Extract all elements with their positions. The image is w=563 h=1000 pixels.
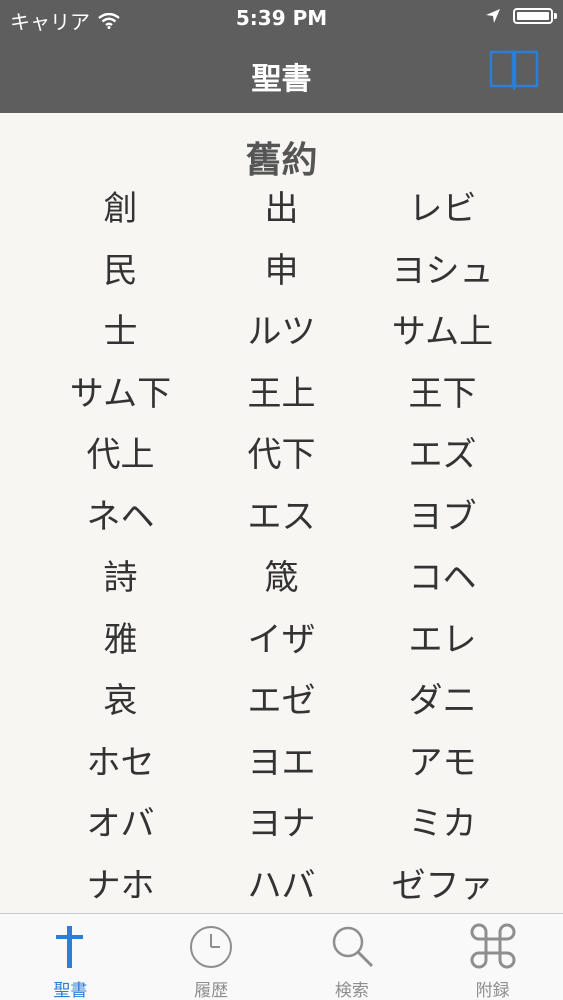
tab-label: 履歴 <box>194 981 229 1000</box>
tab-history[interactable]: 履歴 <box>141 914 282 1000</box>
book-item[interactable]: ゼファ <box>362 852 523 914</box>
tab-label: 聖書 <box>53 981 88 1000</box>
command-icon <box>470 923 516 969</box>
book-item[interactable]: ダニ <box>362 667 523 729</box>
book-item[interactable]: 代下 <box>201 421 362 483</box>
book-item[interactable]: 出 <box>201 175 362 237</box>
tab-label: 附録 <box>475 981 510 1000</box>
battery-icon <box>513 8 557 24</box>
book-item[interactable]: 民 <box>40 237 201 299</box>
book-item[interactable]: ハバ <box>201 852 362 914</box>
book-item[interactable]: 哀 <box>40 667 201 729</box>
nav-title: 聖書 <box>251 62 312 97</box>
open-book-icon[interactable] <box>489 48 539 94</box>
book-item[interactable]: ホセ <box>40 729 201 791</box>
book-item[interactable]: 詩 <box>40 544 201 606</box>
book-item[interactable]: 創 <box>40 175 201 237</box>
book-item[interactable]: ヨシュ <box>362 237 523 299</box>
book-item[interactable]: 王下 <box>362 360 523 422</box>
tab-bible[interactable]: 聖書 <box>0 914 141 1000</box>
book-item[interactable]: 士 <box>40 298 201 360</box>
tab-label: 検索 <box>334 981 369 1000</box>
location-arrow-icon <box>486 9 500 23</box>
book-item[interactable]: 王上 <box>201 360 362 422</box>
header: キャリア 5:39 PM 聖書 <box>0 0 563 113</box>
clock-icon <box>190 926 233 968</box>
nav-bar: 聖書 <box>0 36 563 113</box>
tab-search[interactable]: 検索 <box>282 914 423 1000</box>
book-item[interactable]: アモ <box>362 729 523 791</box>
book-item[interactable]: ヨエ <box>201 729 362 791</box>
book-item[interactable]: コヘ <box>362 544 523 606</box>
tab-appendix[interactable]: 附録 <box>422 914 563 1000</box>
book-item[interactable]: 雅 <box>40 606 201 668</box>
book-item[interactable]: エゼ <box>201 667 362 729</box>
book-item[interactable]: エス <box>201 483 362 545</box>
book-item[interactable]: レビ <box>362 175 523 237</box>
book-item[interactable]: サム上 <box>362 298 523 360</box>
status-right <box>485 8 557 24</box>
battery-fill <box>517 12 549 20</box>
book-item[interactable]: サム下 <box>40 360 201 422</box>
book-item[interactable]: ナホ <box>40 852 201 914</box>
screen: キャリア 5:39 PM 聖書 舊約 創 出 レビ 民 申 ヨシュ 士 ルツ サ… <box>0 0 563 1000</box>
book-item[interactable]: エズ <box>362 421 523 483</box>
status-bar: キャリア 5:39 PM <box>0 0 563 36</box>
book-grid: 創 出 レビ 民 申 ヨシュ 士 ルツ サム上 サム下 王上 王下 代上 代下 … <box>40 175 523 913</box>
search-icon <box>332 926 373 968</box>
book-item[interactable]: ルツ <box>201 298 362 360</box>
book-item[interactable]: ヨブ <box>362 483 523 545</box>
cross-icon <box>56 926 84 968</box>
book-item[interactable]: オバ <box>40 790 201 852</box>
tab-bar: 聖書 履歴 検索 附録 <box>0 913 563 1000</box>
book-item[interactable]: 箴 <box>201 544 362 606</box>
book-item[interactable]: 代上 <box>40 421 201 483</box>
book-item[interactable]: イザ <box>201 606 362 668</box>
status-time: 5:39 PM <box>235 6 328 30</box>
book-item[interactable]: ミカ <box>362 790 523 852</box>
book-item[interactable]: ネヘ <box>40 483 201 545</box>
book-item[interactable]: ヨナ <box>201 790 362 852</box>
book-item[interactable]: エレ <box>362 606 523 668</box>
book-item[interactable]: 申 <box>201 237 362 299</box>
book-list: 舊約 創 出 レビ 民 申 ヨシュ 士 ルツ サム上 サム下 王上 王下 代上 … <box>0 113 563 913</box>
